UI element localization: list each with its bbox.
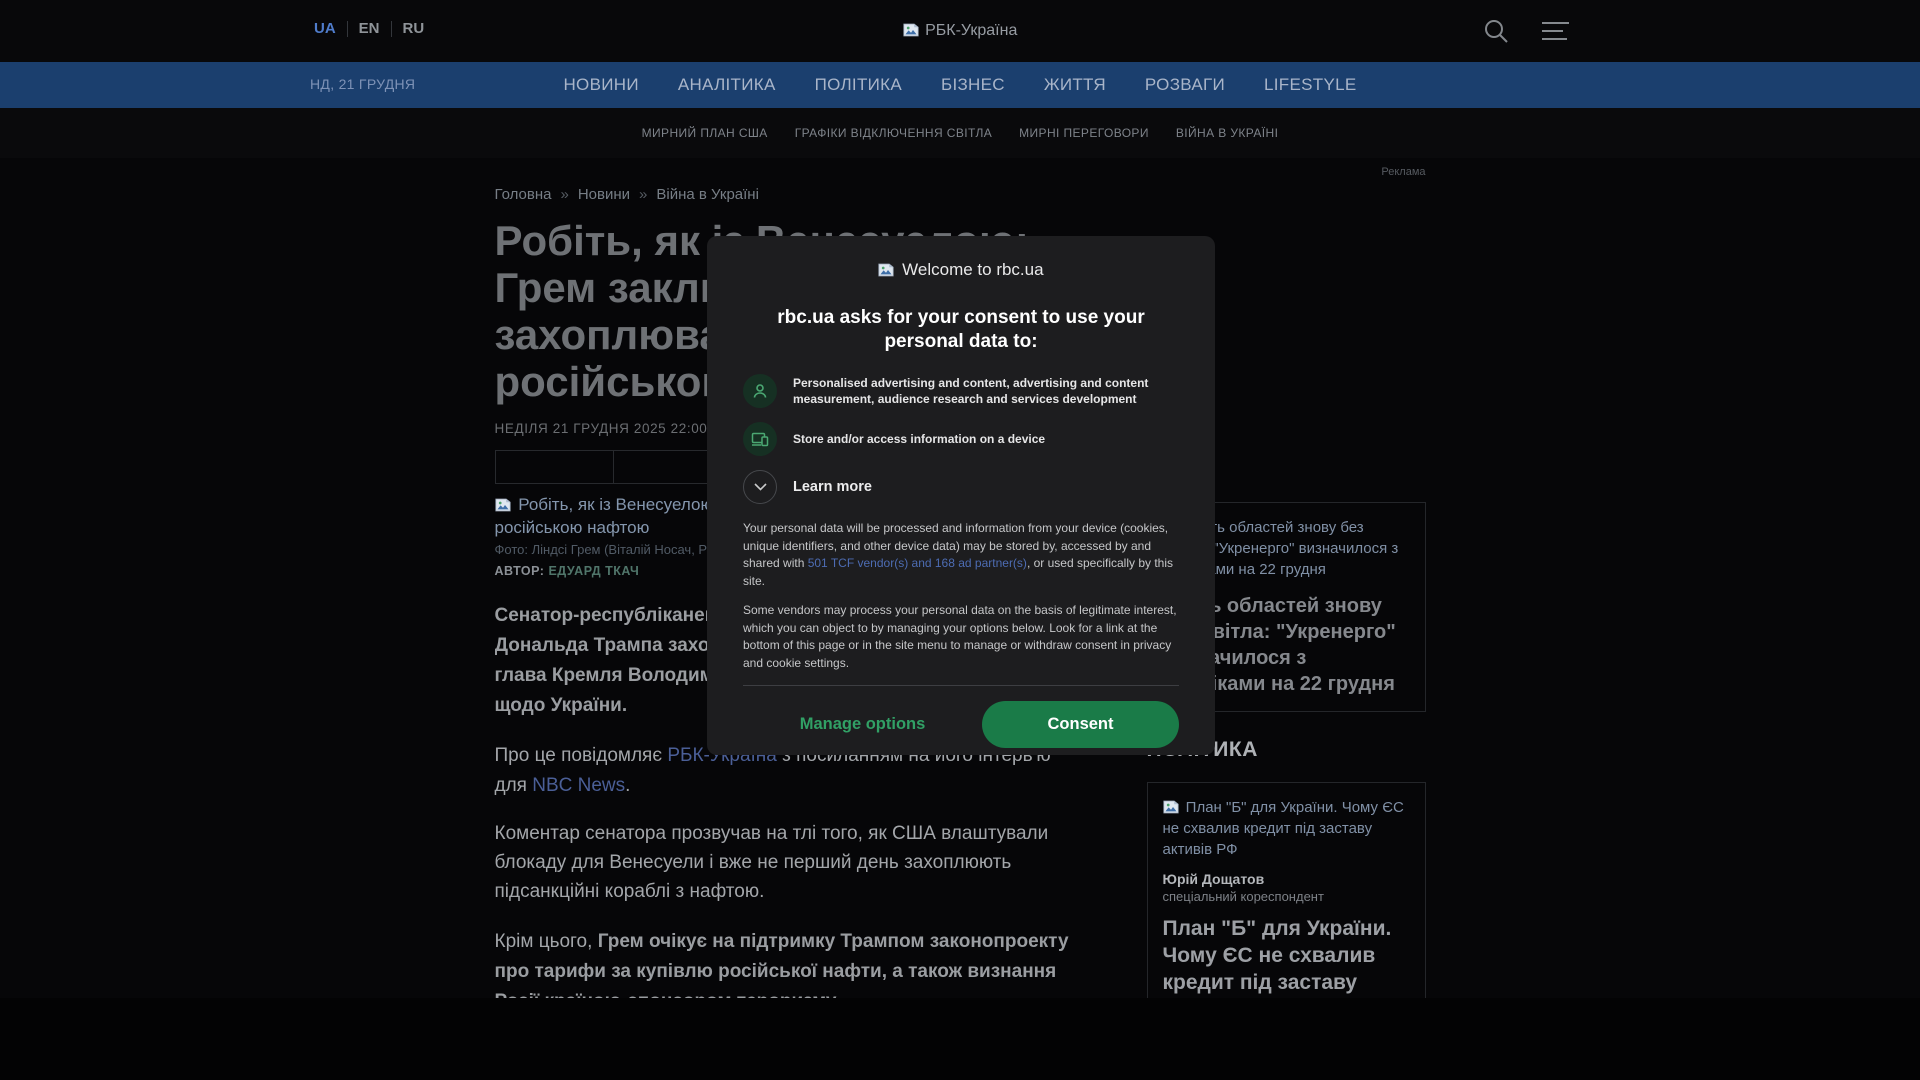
welcome-alt-text: Welcome to rbc.ua [902, 260, 1044, 279]
consent-dialog: Welcome to rbc.ua rbc.ua asks for your c… [707, 236, 1215, 755]
nav-item-бізнес[interactable]: БІЗНЕС [941, 75, 1005, 95]
current-date: НД, 21 ГРУДНЯ [310, 76, 416, 92]
nav-item-новини[interactable]: НОВИНИ [563, 75, 638, 95]
broken-image-icon [903, 23, 919, 37]
magnifier-glyph [1485, 20, 1508, 43]
bottom-ad-band [0, 998, 1920, 1080]
broken-image-icon [494, 498, 511, 512]
image-alt-text: План "Б" для України. Чому ЄС не схвалив… [1162, 799, 1404, 858]
author-link[interactable]: ЕДУАРД ТКАЧ [548, 564, 639, 578]
consent-body-text: Some vendors may process your personal d… [743, 603, 1177, 670]
author-label: АВТОР: [494, 564, 545, 578]
consent-body-text: Your personal data will be processed and… [743, 520, 1179, 590]
topic-tags-bar: МИРНИЙ ПЛАН США ГРАФІКИ ВІДКЛЮЧЕННЯ СВІТЛ… [0, 108, 1920, 158]
broken-image-icon [878, 263, 895, 277]
rbc-ua-news-page: { "topbar": { "languages": [ {"code": "U… [0, 0, 1920, 1080]
share-button[interactable] [494, 450, 614, 484]
purpose-text: Personalised advertising and content, ad… [793, 375, 1149, 407]
text-segment: Крім цього, [494, 931, 598, 952]
tcf-vendors-link[interactable]: 501 TCF vendor(s) and 168 ad partner(s) [808, 556, 1027, 570]
consent-heading: rbc.ua asks for your consent to use your… [777, 307, 1145, 352]
nav-item-політика[interactable]: ПОЛІТИКА [815, 75, 902, 95]
broken-image-icon [1162, 800, 1179, 814]
breadcrumb: Головна » Новини » Війна в Україні [495, 158, 1095, 203]
person-icon-badge [743, 374, 777, 408]
purpose-text: Store and/or access information on a dev… [793, 431, 1046, 446]
main-nav: НОВИНИ АНАЛІТИКА ПОЛІТИКА БІЗНЕС ЖИТТЯ РОЗВАГ… [0, 62, 1920, 108]
person-icon [753, 383, 767, 398]
learn-more-label: Learn more [793, 479, 872, 495]
menu-icon[interactable] [1542, 22, 1570, 42]
breadcrumb-separator: » [560, 186, 569, 203]
consent-purposes: Personalised advertising and content, ad… [743, 374, 1179, 456]
topic-tag[interactable]: МИРНИЙ ПЛАН США [642, 126, 768, 140]
device-icon-badge [743, 422, 777, 456]
author-role: спеціальний кореспондент [1162, 889, 1324, 904]
inline-link[interactable]: NBC News [532, 775, 625, 796]
topic-tag[interactable]: МИРНІ ПЕРЕГОВОРИ [1019, 126, 1149, 140]
breadcrumb-link[interactable]: Новини [578, 186, 630, 203]
nav-item-розваги[interactable]: РОЗВАГИ [1145, 75, 1225, 95]
nav-item-життя[interactable]: ЖИТТЯ [1044, 75, 1106, 95]
article-paragraph: Коментар сенатора прозвучав на тлі того,… [494, 823, 1049, 902]
topic-tag[interactable]: ГРАФІКИ ВІДКЛЮЧЕННЯ СВІТЛА [795, 126, 992, 140]
divider [743, 685, 1179, 686]
text-segment: . [625, 775, 631, 796]
chevron-down-icon[interactable] [743, 470, 777, 504]
site-logo[interactable]: РБК-Україна [0, 22, 1920, 40]
nav-item-аналітика[interactable]: АНАЛІТИКА [678, 75, 776, 95]
nav-item-lifestyle[interactable]: LIFESTYLE [1264, 75, 1356, 95]
manage-options-button[interactable]: Manage options [800, 715, 926, 733]
topic-tag[interactable]: ВІЙНА В УКРАЇНІ [1176, 126, 1278, 140]
search-icon[interactable] [1481, 17, 1511, 47]
welcome-image: Welcome to rbc.ua [743, 260, 1179, 280]
top-bar: UA EN RU РБК-Україна [0, 0, 1920, 62]
site-logo-text: РБК-Україна [925, 22, 1018, 39]
device-icon [751, 432, 769, 446]
ad-label: Реклама [1381, 166, 1426, 178]
breadcrumb-link[interactable]: Війна в Україні [656, 186, 759, 203]
consent-purpose-item: Store and/or access information on a dev… [743, 422, 1179, 456]
learn-more-toggle[interactable]: Learn more [743, 470, 1179, 504]
text-segment: Про це повідомляє [494, 745, 668, 766]
consent-purpose-item: Personalised advertising and content, ad… [743, 374, 1179, 408]
main-nav-bar: НД, 21 ГРУДНЯ НОВИНИ АНАЛІТИКА ПОЛІТИКА БІЗ… [0, 62, 1920, 108]
consent-actions: Manage options Consent [743, 701, 1179, 748]
consent-button[interactable]: Consent [982, 701, 1179, 748]
author-name: Юрій Дощатов [1162, 871, 1265, 887]
breadcrumb-link[interactable]: Головна [495, 186, 552, 203]
breadcrumb-separator: » [639, 186, 648, 203]
